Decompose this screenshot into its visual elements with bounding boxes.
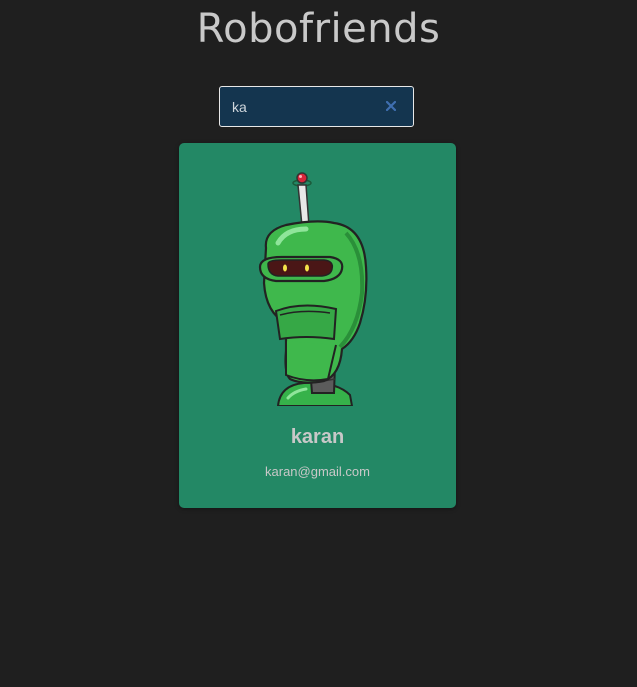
app-root: Robofriends ka karan karan@gmail.com: [0, 0, 637, 687]
search-input[interactable]: [232, 87, 382, 126]
page-title: Robofriends: [196, 6, 441, 52]
search-box[interactable]: [219, 86, 414, 127]
robot-card[interactable]: karan karan@gmail.com: [179, 143, 456, 508]
robot-avatar-image: [258, 172, 368, 406]
close-x-icon[interactable]: [383, 98, 399, 114]
robot-email: karan@gmail.com: [265, 464, 370, 479]
robot-name: karan: [290, 426, 345, 448]
